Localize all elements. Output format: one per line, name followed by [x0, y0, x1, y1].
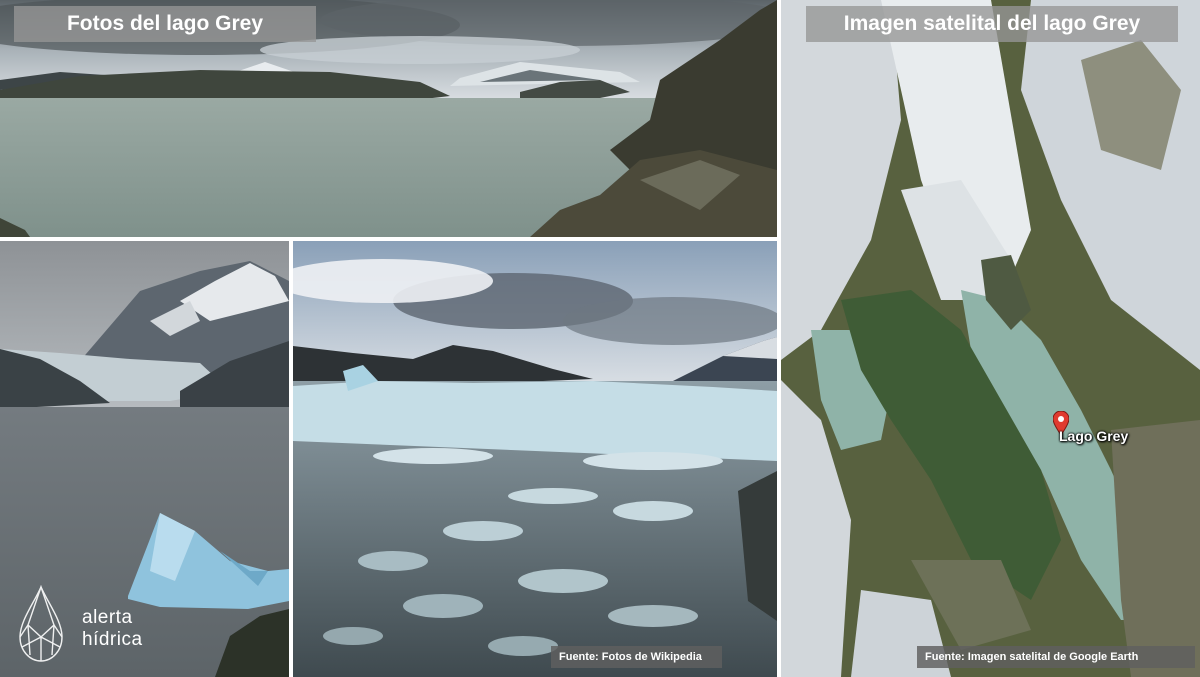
- photos-source-caption: Fuente: Fotos de Wikipedia: [551, 646, 722, 668]
- logo-brand-text: alerta: [82, 607, 133, 628]
- alerta-hidrica-logo: alerta hídrica: [16, 585, 166, 665]
- lake-grey-label: Lago Grey: [1059, 428, 1129, 444]
- photos-title: Fotos del lago Grey: [14, 6, 316, 42]
- icebergs-closeup-photo: [293, 241, 777, 677]
- water-drop-icon: [19, 585, 63, 662]
- satellite-source-caption: Fuente: Imagen satelital de Google Earth: [917, 646, 1195, 668]
- satellite-map-image: [781, 0, 1200, 677]
- satellite-title: Imagen satelital del lago Grey: [806, 6, 1178, 42]
- logo-brand-text-line2: hídrica: [82, 629, 143, 650]
